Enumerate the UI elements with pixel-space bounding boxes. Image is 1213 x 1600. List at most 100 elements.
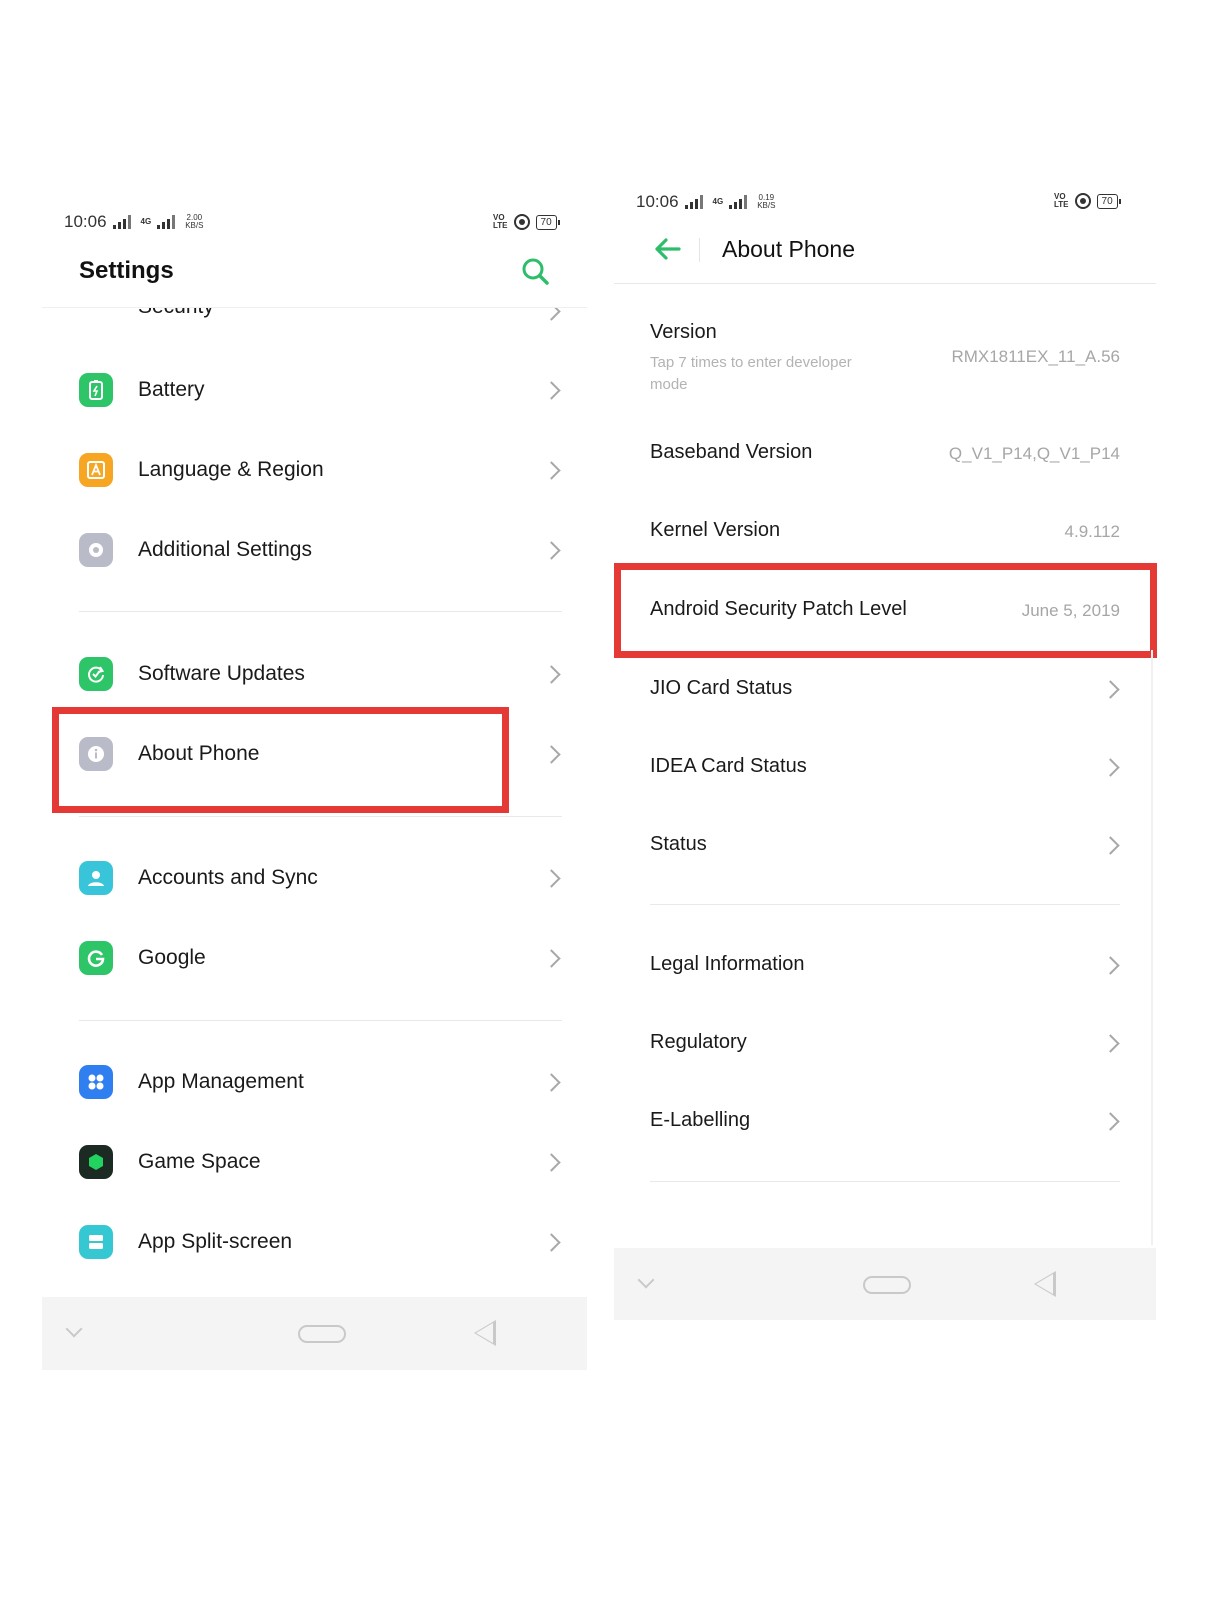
settings-item-label: Battery [138, 378, 205, 401]
volte-icon: VO LTE [493, 214, 508, 230]
signal-icon [157, 215, 179, 229]
version-value: RMX1811EX_11_A.56 [951, 347, 1120, 366]
idea-card-status-label: IDEA Card Status [650, 755, 807, 777]
kernel-value: 4.9.112 [1064, 522, 1120, 541]
jio-card-status-row[interactable]: JIO Card Status [614, 650, 1156, 728]
settings-item-security[interactable]: Security [42, 308, 587, 330]
version-label: Version [650, 321, 717, 343]
settings-item-software-updates[interactable]: Software Updates [42, 634, 587, 714]
search-icon[interactable] [521, 257, 551, 292]
net-speed-unit: KB/S [185, 221, 204, 230]
baseband-value: Q_V1_P14,Q_V1_P14 [948, 444, 1120, 463]
chevron-right-icon [1101, 680, 1120, 699]
page-title: About Phone [722, 236, 856, 262]
header-underline [614, 283, 1156, 284]
chevron-right-icon [542, 665, 561, 684]
settings-item-google[interactable]: Google [42, 918, 587, 998]
settings-item-app-split-screen[interactable]: App Split-screen [42, 1202, 587, 1282]
chevron-right-icon [542, 381, 561, 400]
chevron-right-icon [542, 541, 561, 560]
battery-icon: 70 [1096, 193, 1121, 209]
chevron-down-icon[interactable] [65, 1320, 83, 1338]
home-button[interactable] [298, 1325, 346, 1343]
jio-card-status-label: JIO Card Status [650, 677, 793, 699]
divider [79, 611, 562, 612]
chevron-right-icon [1101, 758, 1120, 777]
idea-card-status-row[interactable]: IDEA Card Status [614, 728, 1156, 806]
update-icon [79, 657, 113, 691]
highlight-box [52, 707, 509, 813]
settings-item-language-region[interactable]: Language & Region [42, 430, 587, 510]
chevron-right-icon [542, 308, 561, 321]
apps-icon [79, 1065, 113, 1099]
page-title: Settings [79, 257, 174, 284]
scrollbar[interactable] [1151, 650, 1153, 1245]
status-bar: 10:06 4G 0.19 KB/S [636, 192, 775, 212]
settings-item-label: Additional Settings [138, 538, 312, 561]
regulatory-row[interactable]: Regulatory [614, 1004, 1156, 1082]
battery-icon [79, 373, 113, 407]
chevron-right-icon [542, 949, 561, 968]
signal-icon [112, 215, 135, 229]
e-labelling-row[interactable]: E-Labelling [614, 1082, 1156, 1160]
kernel-version-row: Kernel Version 4.9.112 [614, 492, 1156, 570]
settings-item-game-space[interactable]: Game Space [42, 1122, 587, 1202]
kernel-label: Kernel Version [650, 519, 781, 541]
chevron-right-icon [1101, 1112, 1120, 1131]
highlight-box [614, 563, 1157, 658]
settings-item-label: Google [138, 946, 206, 969]
google-icon [79, 941, 113, 975]
net-speed: 2.00 KB/S [185, 214, 203, 230]
gear-icon [79, 533, 113, 567]
chevron-down-icon[interactable] [637, 1271, 655, 1289]
navigation-bar [42, 1297, 587, 1370]
navigation-bar [614, 1248, 1156, 1320]
divider [650, 1181, 1120, 1182]
divider [79, 816, 562, 817]
settings-item-label: App Split-screen [138, 1230, 293, 1253]
home-button[interactable] [863, 1276, 911, 1294]
settings-item-label: Security [138, 308, 214, 319]
status-row[interactable]: Status [614, 806, 1156, 884]
battery-icon: 70 [535, 214, 560, 230]
baseband-label: Baseband Version [650, 441, 813, 463]
network-type: 4G [712, 197, 724, 206]
back-button[interactable] [474, 1320, 496, 1346]
header-divider [699, 238, 700, 262]
net-speed-unit: KB/S [757, 201, 776, 210]
chevron-right-icon [542, 461, 561, 480]
net-speed: 0.19 KB/S [757, 194, 775, 210]
settings-item-battery[interactable]: Battery [42, 350, 587, 430]
divider [650, 904, 1120, 905]
e-labelling-label: E-Labelling [650, 1109, 751, 1131]
regulatory-label: Regulatory [650, 1031, 747, 1053]
status-label: Status [650, 833, 707, 855]
back-button[interactable] [1034, 1271, 1056, 1297]
settings-item-accounts-sync[interactable]: Accounts and Sync [42, 838, 587, 918]
back-arrow-icon[interactable] [652, 236, 682, 267]
network-type: 4G [140, 217, 152, 226]
status-bar: 10:06 4G 2.00 KB/S [64, 212, 203, 232]
baseband-version-row: Baseband Version Q_V1_P14,Q_V1_P14 [614, 414, 1156, 492]
status-time: 10:06 [64, 212, 107, 231]
status-right: VO LTE 70 [1054, 193, 1121, 209]
hotspot-icon [513, 214, 530, 230]
volte-bottom: LTE [493, 221, 508, 230]
chevron-right-icon [1101, 956, 1120, 975]
chevron-right-icon [542, 1153, 561, 1172]
status-right: VO LTE 70 [493, 214, 560, 230]
account-icon [79, 861, 113, 895]
settings-item-app-management[interactable]: App Management [42, 1042, 587, 1122]
settings-item-label: App Management [138, 1070, 304, 1093]
volte-icon: VO LTE [1054, 193, 1069, 209]
split-screen-icon [79, 1225, 113, 1259]
settings-item-label: Language & Region [138, 458, 324, 481]
chevron-right-icon [542, 745, 561, 764]
signal-icon [684, 195, 707, 209]
settings-item-additional-settings[interactable]: Additional Settings [42, 510, 587, 590]
chevron-right-icon [542, 1233, 561, 1252]
legal-information-row[interactable]: Legal Information [614, 926, 1156, 1004]
version-row[interactable]: Version Tap 7 times to enter developer m… [614, 300, 1156, 410]
volte-bottom: LTE [1054, 200, 1069, 209]
chevron-right-icon [1101, 836, 1120, 855]
